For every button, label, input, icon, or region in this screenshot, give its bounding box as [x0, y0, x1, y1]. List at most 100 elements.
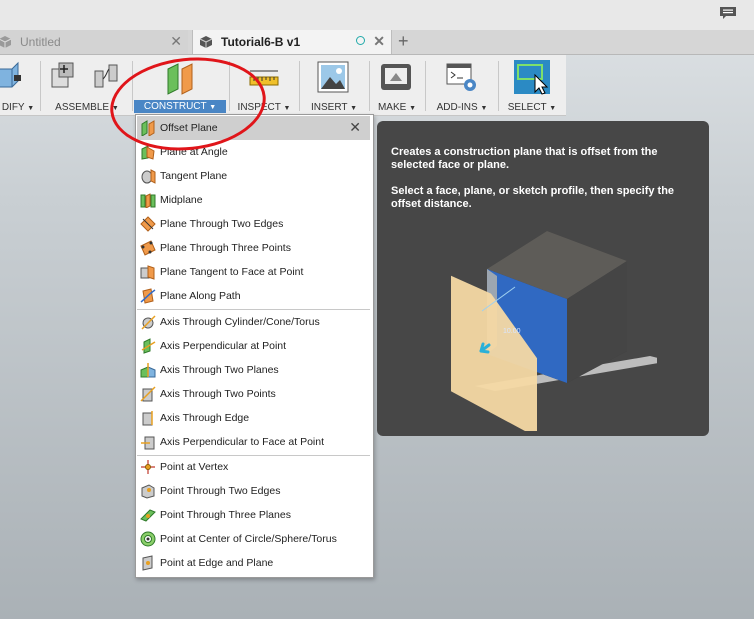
menu-item-axis-perpendicular-to-face[interactable]: Axis Perpendicular to Face at Point: [137, 430, 370, 454]
title-bar: [0, 0, 754, 31]
point-at-edge-and-plane-icon: [142, 555, 153, 571]
point-through-two-edges-icon: [141, 484, 155, 499]
dropdown-caret-icon: ▼: [111, 105, 119, 112]
tab-label: Untitled: [20, 35, 61, 49]
construct-planes-icon: [167, 63, 193, 95]
menu-item-label: Axis Through Two Planes: [160, 364, 279, 376]
tangent-plane-icon: [141, 169, 156, 184]
menu-item-plane-tangent-to-face[interactable]: Plane Tangent to Face at Point: [137, 260, 370, 284]
menu-item-point-through-three-planes[interactable]: Point Through Three Planes: [137, 503, 370, 527]
menu-item-label: Point Through Three Planes: [160, 509, 291, 521]
menu-item-plane-along-path[interactable]: Plane Along Path: [137, 284, 370, 308]
inspect-ruler-icon: [249, 70, 279, 86]
menu-item-plane-through-three-points[interactable]: Plane Through Three Points: [137, 236, 370, 260]
toolbar-label: CONSTRUCT: [143, 101, 207, 112]
toolbar-construct[interactable]: CONSTRUCT ▼: [134, 55, 226, 115]
midplane-icon: [140, 193, 156, 208]
menu-item-midplane[interactable]: Midplane: [137, 188, 370, 212]
dropdown-caret-icon: ▼: [350, 105, 358, 112]
toolbar-label: SELECT: [507, 102, 547, 113]
toolbar-label: DIFY: [1, 102, 25, 113]
toolbar-divider: [132, 61, 133, 111]
add-ins-icon: [446, 63, 476, 91]
toolbar-select[interactable]: SELECT ▼: [501, 55, 563, 115]
menu-item-point-at-vertex[interactable]: Point at Vertex: [137, 455, 370, 479]
toolbar-label: ADD-INS: [436, 102, 478, 113]
offset-plane-icon: [141, 120, 155, 136]
document-tab-bar: Untitled ✕ Tutorial6-B v1 ✕ +: [0, 30, 754, 55]
axis-through-cylinder-icon: [141, 315, 156, 330]
toolbar-make[interactable]: MAKE ▼: [372, 55, 422, 115]
dimension-value: 10.00: [503, 328, 521, 335]
toolbar-divider: [369, 61, 370, 111]
toolbar-label: INSERT: [310, 102, 348, 113]
document-cube-icon: [0, 36, 12, 48]
axis-through-two-planes-icon: [140, 363, 156, 378]
menu-item-axis-through-two-planes[interactable]: Axis Through Two Planes: [137, 358, 370, 382]
dropdown-caret-icon: ▼: [283, 105, 291, 112]
modify-cube-icon: [0, 61, 21, 88]
dropdown-caret-icon: ▼: [409, 105, 417, 112]
close-tab-icon[interactable]: ✕: [170, 33, 182, 50]
menu-item-label: Point Through Two Edges: [160, 485, 281, 497]
tab-tutorial6-b[interactable]: Tutorial6-B v1 ✕: [192, 30, 392, 54]
menu-item-label: Point at Vertex: [160, 461, 229, 473]
toolbar-label: ASSEMBLE: [55, 102, 110, 113]
menu-item-point-at-edge-and-plane[interactable]: Point at Edge and Plane: [137, 551, 370, 575]
toolbar-modify[interactable]: DIFY ▼: [0, 55, 36, 115]
main-toolbar: DIFY ▼ ASSEMBLE ▼ CONSTRUCT ▼ INSPECT ▼: [0, 55, 566, 116]
toolbar-assemble[interactable]: ASSEMBLE ▼: [44, 55, 130, 115]
offset-plane-tooltip: Creates a construction plane that is off…: [377, 121, 709, 436]
close-menu-icon[interactable]: ✕: [349, 119, 361, 136]
menu-item-tangent-plane[interactable]: Tangent Plane: [137, 164, 370, 188]
axis-through-two-points-icon: [140, 386, 156, 402]
menu-item-plane-through-two-edges[interactable]: Plane Through Two Edges: [137, 212, 370, 236]
menu-item-plane-at-angle[interactable]: Plane at Angle: [137, 140, 370, 164]
toolbar-divider: [425, 61, 426, 111]
plane-through-two-edges-icon: [140, 216, 156, 232]
menu-item-axis-through-edge[interactable]: Axis Through Edge: [137, 406, 370, 430]
point-at-vertex-icon: [141, 460, 155, 474]
menu-item-label: Plane Through Three Points: [160, 242, 291, 254]
axis-perpendicular-at-point-icon: [141, 338, 156, 354]
menu-item-point-at-center[interactable]: Point at Center of Circle/Sphere/Torus: [137, 527, 370, 551]
menu-item-label: Point at Edge and Plane: [160, 557, 274, 569]
dropdown-caret-icon: ▼: [209, 104, 217, 111]
menu-item-axis-through-cylinder[interactable]: Axis Through Cylinder/Cone/Torus: [137, 310, 370, 334]
menu-item-label: Axis Through Cylinder/Cone/Torus: [160, 316, 320, 328]
menu-item-axis-through-two-points[interactable]: Axis Through Two Points: [137, 382, 370, 406]
insert-image-icon: [317, 61, 349, 93]
joint-icon: [94, 64, 118, 88]
plane-along-path-icon: [140, 288, 156, 304]
menu-item-label: Plane Through Two Edges: [160, 218, 284, 230]
toolbar-divider: [40, 61, 41, 111]
menu-item-label: Midplane: [160, 194, 203, 206]
menu-item-label: Offset Plane: [160, 122, 218, 134]
menu-item-axis-perpendicular-at-point[interactable]: Axis Perpendicular at Point: [137, 334, 370, 358]
tab-untitled[interactable]: Untitled ✕: [0, 30, 188, 54]
make-3dprint-icon: [381, 64, 411, 90]
tooltip-instruction: Select a face, plane, or sketch profile,…: [391, 185, 675, 210]
menu-item-point-through-two-edges[interactable]: Point Through Two Edges: [137, 479, 370, 503]
axis-perpendicular-to-face-icon: [141, 436, 155, 450]
document-cube-icon: [199, 36, 213, 48]
construct-dropdown-menu: Offset Plane ✕ Plane at Angle Tangent Pl…: [135, 114, 374, 578]
menu-item-label: Plane Along Path: [160, 290, 241, 302]
menu-item-offset-plane[interactable]: Offset Plane ✕: [137, 116, 370, 140]
toolbar-add-ins[interactable]: ADD-INS ▼: [428, 55, 496, 115]
menu-item-label: Point at Center of Circle/Sphere/Torus: [160, 533, 337, 545]
assemble-icon: [51, 62, 74, 88]
dropdown-caret-icon: ▼: [549, 105, 557, 112]
toolbar-inspect[interactable]: INSPECT ▼: [232, 55, 296, 115]
dropdown-caret-icon: ▼: [480, 105, 488, 112]
toolbar-label: MAKE: [377, 102, 407, 113]
axis-through-edge-icon: [142, 411, 153, 426]
toolbar-insert[interactable]: INSERT ▼: [302, 55, 366, 115]
comment-icon[interactable]: [720, 7, 736, 20]
plane-tangent-to-face-icon: [140, 265, 155, 280]
close-tab-icon[interactable]: ✕: [373, 33, 385, 50]
toolbar-label: INSPECT: [237, 102, 281, 113]
new-tab-plus-icon[interactable]: +: [398, 31, 409, 52]
select-cursor-icon: [514, 60, 550, 95]
toolbar-divider: [498, 61, 499, 111]
